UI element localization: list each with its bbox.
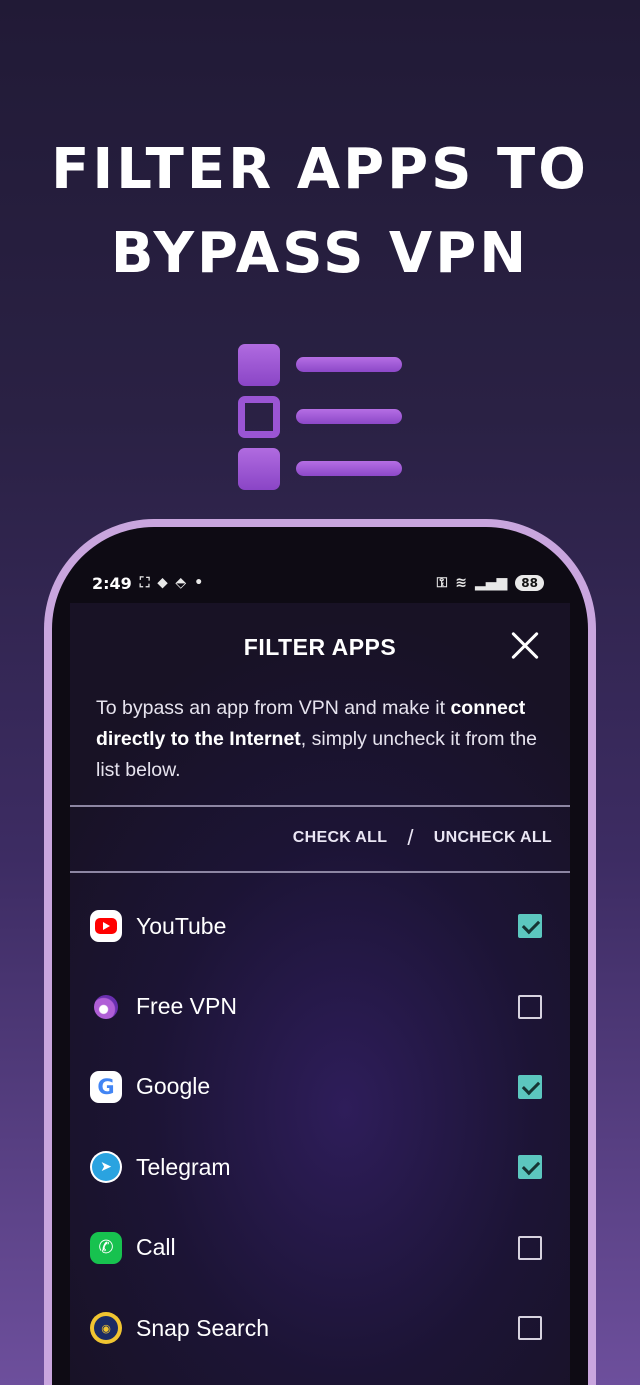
app-row-google[interactable]: G Google xyxy=(70,1047,570,1127)
status-bar: 2:49 ⛶ ⬥ ⬘ • ⚿ ≋ ▂▄▆ 88 xyxy=(70,563,570,603)
filter-apps-dialog: FILTER APPS To bypass an app from VPN an… xyxy=(70,603,570,1385)
app-name: YouTube xyxy=(136,912,227,939)
dot-icon: • xyxy=(194,575,204,591)
free-vpn-icon xyxy=(90,991,122,1023)
close-icon[interactable] xyxy=(510,631,540,661)
wifi-icon: ≋ xyxy=(455,575,467,591)
signal-icon: ▂▄▆ xyxy=(474,575,508,591)
location-icon: ⬥ xyxy=(157,575,168,591)
app-checkbox[interactable] xyxy=(518,1235,542,1260)
app-row-snap-search[interactable]: ◉ Snap Search xyxy=(70,1288,570,1368)
screenshot-icon: ⛶ xyxy=(139,575,150,591)
app-checkbox[interactable] xyxy=(518,914,542,939)
headline-line-1: FILTER APPS TO xyxy=(51,137,589,202)
app-row-youtube[interactable]: YouTube xyxy=(70,886,570,966)
list-line-icon xyxy=(296,461,402,476)
list-line-icon xyxy=(296,357,402,372)
check-all-button[interactable]: CHECK ALL xyxy=(293,829,388,847)
uncheck-all-button[interactable]: UNCHECK ALL xyxy=(434,829,552,847)
app-checkbox[interactable] xyxy=(518,994,542,1019)
status-time: 2:49 xyxy=(92,573,132,593)
app-checkbox[interactable] xyxy=(518,1316,542,1341)
filled-square-icon xyxy=(238,448,280,490)
description-text: To bypass an app from VPN and make it xyxy=(96,697,451,719)
phone-screen: 2:49 ⛶ ⬥ ⬘ • ⚿ ≋ ▂▄▆ 88 FILTER APPS To b… xyxy=(70,563,570,1385)
app-checkbox[interactable] xyxy=(518,1074,542,1099)
filled-square-icon xyxy=(238,344,280,386)
bulk-actions: CHECK ALL / UNCHECK ALL xyxy=(293,825,552,851)
phone-body: 2:49 ⛶ ⬥ ⬘ • ⚿ ≋ ▂▄▆ 88 FILTER APPS To b… xyxy=(52,527,588,1385)
app-name: Call xyxy=(136,1234,176,1261)
app-name: Snap Search xyxy=(136,1314,269,1341)
app-checkbox[interactable] xyxy=(518,1155,542,1180)
app-row-call[interactable]: ✆ Call xyxy=(70,1208,570,1288)
actions-separator: / xyxy=(407,825,414,850)
tag-icon: ⬘ xyxy=(175,575,187,591)
divider xyxy=(70,871,570,873)
app-name: Telegram xyxy=(136,1153,231,1180)
divider xyxy=(70,805,570,807)
dialog-title: FILTER APPS xyxy=(243,634,397,660)
headline: FILTER APPS TO BYPASS VPN xyxy=(0,128,640,296)
battery-indicator: 88 xyxy=(515,575,544,591)
filter-list-illustration-icon xyxy=(236,342,406,492)
youtube-icon xyxy=(90,910,122,943)
dialog-description: To bypass an app from VPN and make it co… xyxy=(70,693,570,786)
app-name: Free VPN xyxy=(136,993,237,1020)
list-line-icon xyxy=(296,409,402,424)
phone-icon: ✆ xyxy=(90,1231,122,1264)
app-row-telegram[interactable]: ➤ Telegram xyxy=(70,1127,570,1207)
snap-search-icon: ◉ xyxy=(90,1312,122,1345)
app-list: YouTube Free VPN G Google ➤ Telegram ✆ C… xyxy=(70,886,570,1368)
empty-square-icon xyxy=(238,396,280,438)
app-row-free-vpn[interactable]: Free VPN xyxy=(70,966,570,1046)
headline-line-2: BYPASS VPN xyxy=(110,221,530,286)
vpn-key-icon: ⚿ xyxy=(436,575,448,591)
phone-mockup: 2:49 ⛶ ⬥ ⬘ • ⚿ ≋ ▂▄▆ 88 FILTER APPS To b… xyxy=(44,519,596,1385)
telegram-icon: ➤ xyxy=(90,1151,122,1184)
app-name: Google xyxy=(136,1073,211,1100)
google-icon: G xyxy=(90,1070,122,1103)
